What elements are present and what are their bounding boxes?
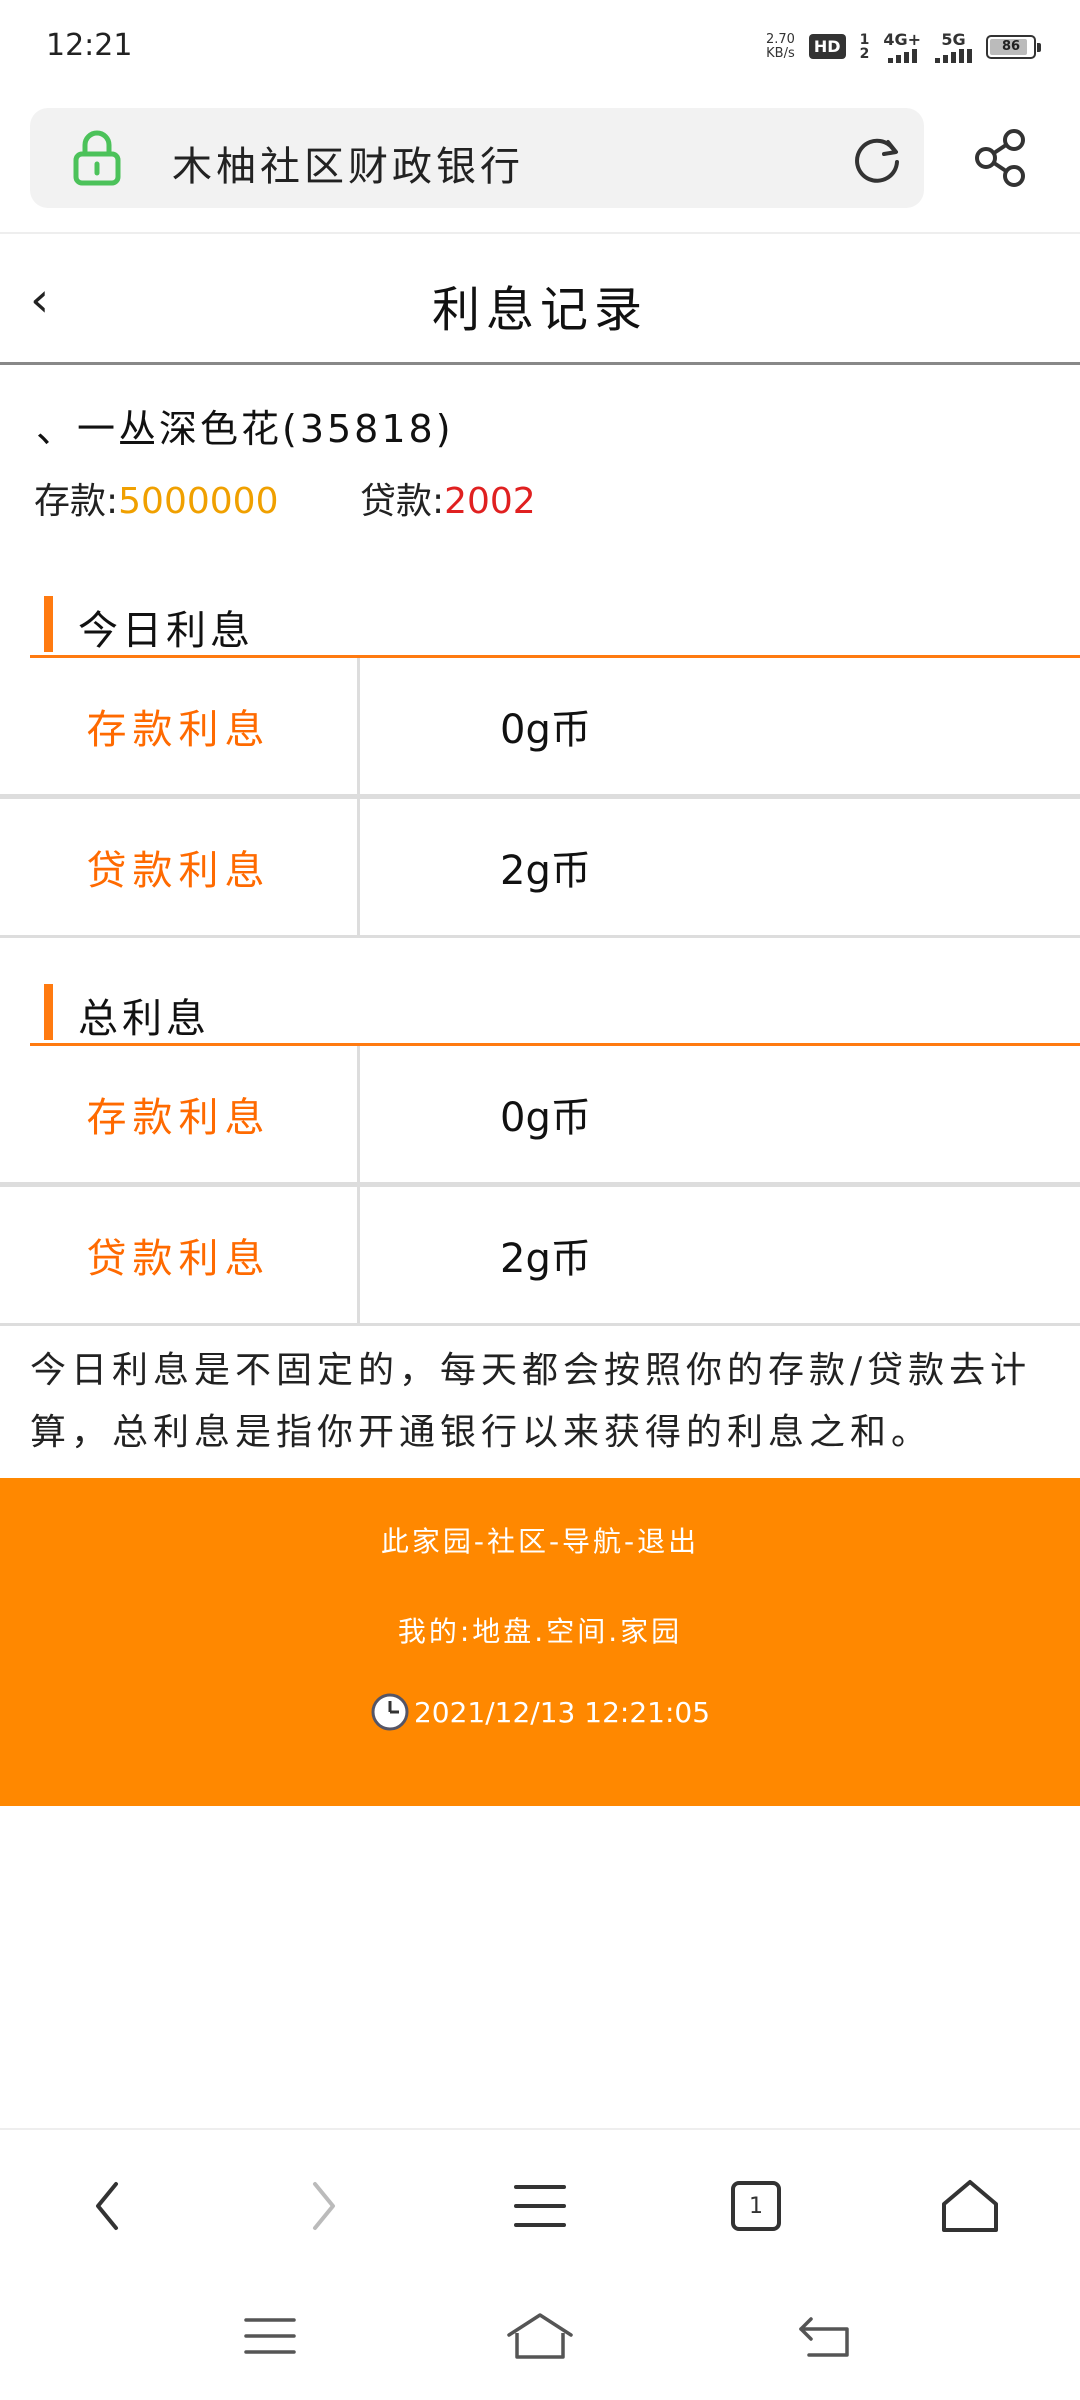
- status-bar: 12:21 2.70 KB/s HD 1 2 4G+ 5G 86: [0, 0, 1080, 100]
- lock-icon: [73, 130, 121, 186]
- chevron-left-icon: [96, 2182, 118, 2230]
- menu-icon: [514, 2185, 566, 2227]
- browser-back-button[interactable]: [68, 2166, 148, 2246]
- row-label: 贷款利息: [0, 799, 360, 935]
- browser-menu-button[interactable]: [500, 2166, 580, 2246]
- section-title: 今日利息: [78, 608, 254, 654]
- user-name[interactable]: 、一丛深色花(35818): [36, 398, 454, 453]
- section-title: 总利息: [78, 996, 210, 1042]
- browser-forward-button[interactable]: [283, 2166, 363, 2246]
- footer-my-links[interactable]: 我的:地盘.空间.家园: [0, 1610, 1080, 1650]
- browser-toolbar: 1: [0, 2128, 1080, 2278]
- loan-value: 2002: [444, 481, 536, 522]
- signal-bars-icon: [935, 49, 972, 63]
- status-icons: 2.70 KB/s HD 1 2 4G+ 5G 86: [765, 30, 1041, 63]
- footer: 此家园-社区-导航-退出 我的:地盘.空间.家园 2021/12/13 12:2…: [0, 1478, 1080, 1806]
- reload-icon[interactable]: [850, 132, 904, 186]
- balance-line: 存款:5000000 贷款:2002: [34, 472, 536, 524]
- signal-bars-icon: [887, 49, 917, 63]
- deposit-label: 存款:: [34, 481, 119, 522]
- accent-bar: [44, 984, 53, 1040]
- page-header: ‹ 利息记录: [0, 234, 1080, 365]
- recents-icon: [244, 2318, 296, 2354]
- table-row: 贷款利息 2g币: [0, 799, 1080, 938]
- row-label: 存款利息: [0, 658, 360, 794]
- browser-tabs-button[interactable]: 1: [716, 2166, 796, 2246]
- tab-count: 1: [749, 2193, 763, 2219]
- hd-icon: HD: [808, 34, 846, 59]
- site-title: 木柚社区财政银行: [172, 144, 524, 190]
- interest-note: 今日利息是不固定的，每天都会按照你的存款/贷款去计算，总利息是指你开通银行以来获…: [30, 1350, 1032, 1453]
- row-label: 贷款利息: [0, 1187, 360, 1323]
- address-bar[interactable]: 木柚社区财政银行: [30, 108, 924, 208]
- row-value: 2g币: [500, 1236, 591, 1282]
- browser-home-button[interactable]: [930, 2166, 1010, 2246]
- section-total-interest: 总利息 存款利息 0g币 贷款利息 2g币: [0, 964, 1080, 1326]
- table-row: 存款利息 0g币: [0, 658, 1080, 799]
- table-row: 存款利息 0g币: [0, 1046, 1080, 1187]
- home-icon: [942, 2180, 998, 2232]
- section-today-interest: 今日利息 存款利息 0g币 贷款利息 2g币: [0, 576, 1080, 938]
- footer-nav-links[interactable]: 此家园-社区-导航-退出: [0, 1520, 1080, 1560]
- chevron-right-icon: [313, 2182, 335, 2230]
- row-label: 存款利息: [0, 1046, 360, 1182]
- share-icon[interactable]: [970, 126, 1034, 190]
- loan-label: 贷款:: [359, 481, 445, 522]
- home-icon: [507, 2313, 573, 2359]
- system-nav-bar: [0, 2276, 1080, 2400]
- section-header: 总利息: [0, 964, 1080, 1046]
- signal-5g: 5G: [935, 30, 972, 63]
- nav-back-button[interactable]: [790, 2306, 860, 2366]
- row-value: 0g币: [500, 707, 591, 753]
- row-value: 2g币: [500, 848, 591, 894]
- deposit-value: 5000000: [118, 481, 279, 522]
- section-header: 今日利息: [0, 576, 1080, 658]
- clock-icon: [371, 1693, 409, 1731]
- nav-home-button[interactable]: [505, 2306, 575, 2366]
- page-title: 利息记录: [431, 282, 648, 338]
- nav-recents-button[interactable]: [235, 2306, 305, 2366]
- table-row: 贷款利息 2g币: [0, 1187, 1080, 1326]
- row-value: 0g币: [500, 1095, 591, 1141]
- accent-bar: [44, 596, 53, 652]
- footer-timestamp-row: 2021/12/13 12:21:05: [0, 1692, 1080, 1732]
- sim-indicator: 1 2: [859, 31, 870, 62]
- battery-icon: 86: [986, 34, 1041, 59]
- back-arrow-icon: [799, 2317, 849, 2357]
- tabs-icon: 1: [731, 2181, 781, 2231]
- network-speed: 2.70 KB/s: [765, 31, 795, 61]
- signal-4g: 4G+: [883, 30, 921, 63]
- footer-timestamp: 2021/12/13 12:21:05: [413, 1695, 711, 1729]
- status-time: 12:21: [46, 28, 133, 63]
